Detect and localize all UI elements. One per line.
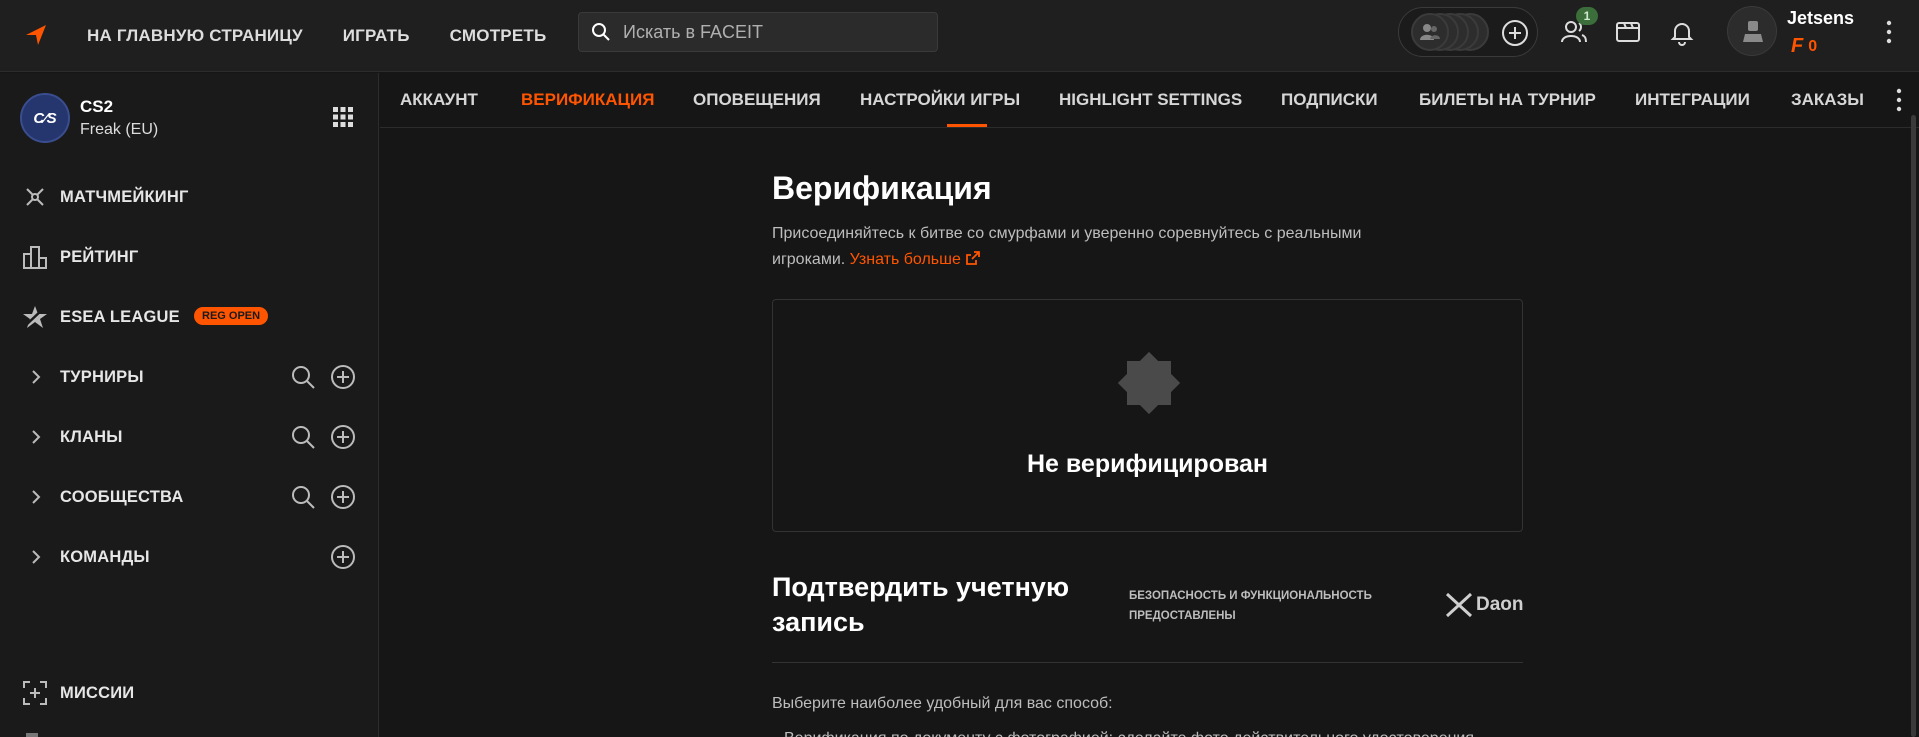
verification-description: Присоединяйтесь к битве со смурфами и ув… xyxy=(772,221,1472,273)
faceit-points[interactable]: F 0 xyxy=(1791,35,1817,58)
sidebar-item-tournaments[interactable]: ТУРНИРЫ xyxy=(0,357,379,397)
watch-icon[interactable] xyxy=(1614,18,1642,46)
tab-integrations[interactable]: ИНТЕГРАЦИИ xyxy=(1635,90,1750,110)
esea-icon xyxy=(23,306,47,328)
more-tabs-icon[interactable] xyxy=(1894,87,1904,113)
daon-logo: Daon xyxy=(1444,592,1524,618)
description-line: Присоединяйтесь к битве со смурфами и ув… xyxy=(772,225,1362,242)
choose-method-text: Выберите наиболее удобный для вас способ… xyxy=(772,695,1113,712)
add-icon[interactable] xyxy=(330,364,356,390)
sidebar-item-ranking[interactable]: РЕЙТИНГ xyxy=(0,237,379,277)
chevron-right-icon[interactable] xyxy=(30,370,42,384)
daon-x-icon xyxy=(1445,592,1473,618)
sidebar-item-label: МИССИИ xyxy=(60,683,135,702)
game-name: CS2 xyxy=(80,97,114,116)
faceit-points-icon: F xyxy=(1791,35,1804,57)
provider-name: Daon xyxy=(1476,594,1524,615)
sidebar-item-label: ESEA LEAGUE xyxy=(60,307,180,326)
points-value: 0 xyxy=(1808,37,1818,55)
chevron-right-icon[interactable] xyxy=(30,550,42,564)
search-icon xyxy=(592,23,610,41)
tab-game-settings[interactable]: НАСТРОЙКИ ИГРЫ xyxy=(860,90,1020,110)
active-tab-indicator xyxy=(947,124,987,127)
unverified-badge-icon xyxy=(1117,351,1181,415)
game-selector[interactable]: C⁄S CS2 Freak (EU) xyxy=(20,93,158,143)
kebab-menu-icon[interactable] xyxy=(1884,18,1894,46)
sidebar-item-matchmaking[interactable]: МАТЧМЕЙКИНГ xyxy=(0,177,379,217)
tab-notifications[interactable]: ОПОВЕЩЕНИЯ xyxy=(693,90,821,110)
apps-grid-icon[interactable] xyxy=(332,106,354,128)
confirm-account-title: Подтвердить учетную запись xyxy=(772,572,1069,637)
sidebar-item-clans[interactable]: КЛАНЫ xyxy=(0,417,379,457)
learn-more-link[interactable]: Узнать больше xyxy=(850,251,961,268)
sidebar-item-communities[interactable]: СООБЩЕСТВА xyxy=(0,477,379,517)
tab-highlight-settings[interactable]: HIGHLIGHT SETTINGS xyxy=(1059,90,1242,110)
party-slots[interactable] xyxy=(1405,13,1489,51)
search-input[interactable] xyxy=(623,21,923,43)
cs2-logo: C⁄S xyxy=(20,93,70,143)
sidebar-item-label: РЕЙТИНГ xyxy=(60,247,139,266)
nav-watch[interactable]: СМОТРЕТЬ xyxy=(450,26,547,46)
user-silhouette-icon xyxy=(1743,21,1763,42)
matchmaking-icon xyxy=(26,188,44,206)
verification-status-card: Не верифицирован xyxy=(772,299,1523,532)
ranking-icon xyxy=(23,246,47,269)
tab-subscriptions[interactable]: ПОДПИСКИ xyxy=(1281,90,1378,110)
add-icon[interactable] xyxy=(330,544,356,570)
sidebar-item-label: КЛАНЫ xyxy=(60,427,123,446)
scrollbar[interactable] xyxy=(1911,115,1916,737)
sidebar-partial-item xyxy=(26,733,38,737)
add-icon[interactable] xyxy=(330,484,356,510)
sidebar-item-label: МАТЧМЕЙКИНГ xyxy=(60,187,189,206)
partial-list-item: Верификация по документу с фотографией: … xyxy=(784,730,1524,737)
add-party-icon[interactable] xyxy=(1501,19,1529,47)
game-region: Freak (EU) xyxy=(80,121,159,138)
nav-home[interactable]: НА ГЛАВНУЮ СТРАНИЦУ xyxy=(87,26,303,46)
settings-tabs: АККАУНТ ВЕРИФИКАЦИЯ ОПОВЕЩЕНИЯ НАСТРОЙКИ… xyxy=(380,73,1919,128)
add-icon[interactable] xyxy=(330,424,356,450)
username[interactable]: Jetsens xyxy=(1787,8,1854,29)
friends-badge: 1 xyxy=(1576,7,1598,25)
chevron-right-icon[interactable] xyxy=(30,430,42,444)
divider xyxy=(772,662,1523,663)
search-icon[interactable] xyxy=(290,424,316,450)
page-title: Верификация xyxy=(772,170,992,206)
missions-icon xyxy=(23,681,47,705)
sidebar-item-teams[interactable]: КОМАНДЫ xyxy=(0,537,379,577)
bell-icon[interactable] xyxy=(1668,18,1696,46)
security-note: БЕЗОПАСНОСТЬ И ФУНКЦИОНАЛЬНОСТЬ ПРЕДОСТА… xyxy=(1129,590,1372,622)
verification-status: Не верифицирован xyxy=(1026,450,1269,478)
chevron-right-icon[interactable] xyxy=(30,490,42,504)
search-icon[interactable] xyxy=(290,484,316,510)
search-box[interactable] xyxy=(578,12,938,52)
avatar[interactable] xyxy=(1727,6,1777,56)
top-bar: НА ГЛАВНУЮ СТРАНИЦУ ИГРАТЬ СМОТРЕТЬ Иска… xyxy=(0,0,1919,72)
sidebar-item-label: КОМАНДЫ xyxy=(60,547,150,566)
party-widget[interactable] xyxy=(1398,7,1538,57)
group-icon xyxy=(1420,24,1440,40)
sidebar-item-label: ТУРНИРЫ xyxy=(60,367,144,386)
faceit-logo-icon[interactable] xyxy=(22,21,50,49)
reg-open-badge: REG OPEN xyxy=(194,307,269,325)
tab-verification[interactable]: ВЕРИФИКАЦИЯ xyxy=(521,90,654,110)
tab-orders[interactable]: ЗАКАЗЫ xyxy=(1791,90,1864,110)
top-nav: НА ГЛАВНУЮ СТРАНИЦУ ИГРАТЬ СМОТРЕТЬ xyxy=(87,0,546,72)
search-icon[interactable] xyxy=(290,364,316,390)
sidebar-item-missions[interactable]: МИССИИ xyxy=(0,673,379,713)
description-line: игроками. xyxy=(772,251,846,268)
nav-play[interactable]: ИГРАТЬ xyxy=(343,26,410,46)
sidebar: C⁄S CS2 Freak (EU) МАТЧМЕЙКИНГ РЕЙТИНГ E… xyxy=(0,73,379,737)
sidebar-item-esea-league[interactable]: ESEA LEAGUE REG OPEN xyxy=(0,297,379,337)
external-link-icon[interactable] xyxy=(965,250,981,266)
tab-tournament-tickets[interactable]: БИЛЕТЫ НА ТУРНИР xyxy=(1419,90,1596,110)
tab-account[interactable]: АККАУНТ xyxy=(400,90,478,110)
sidebar-item-label: СООБЩЕСТВА xyxy=(60,487,184,506)
